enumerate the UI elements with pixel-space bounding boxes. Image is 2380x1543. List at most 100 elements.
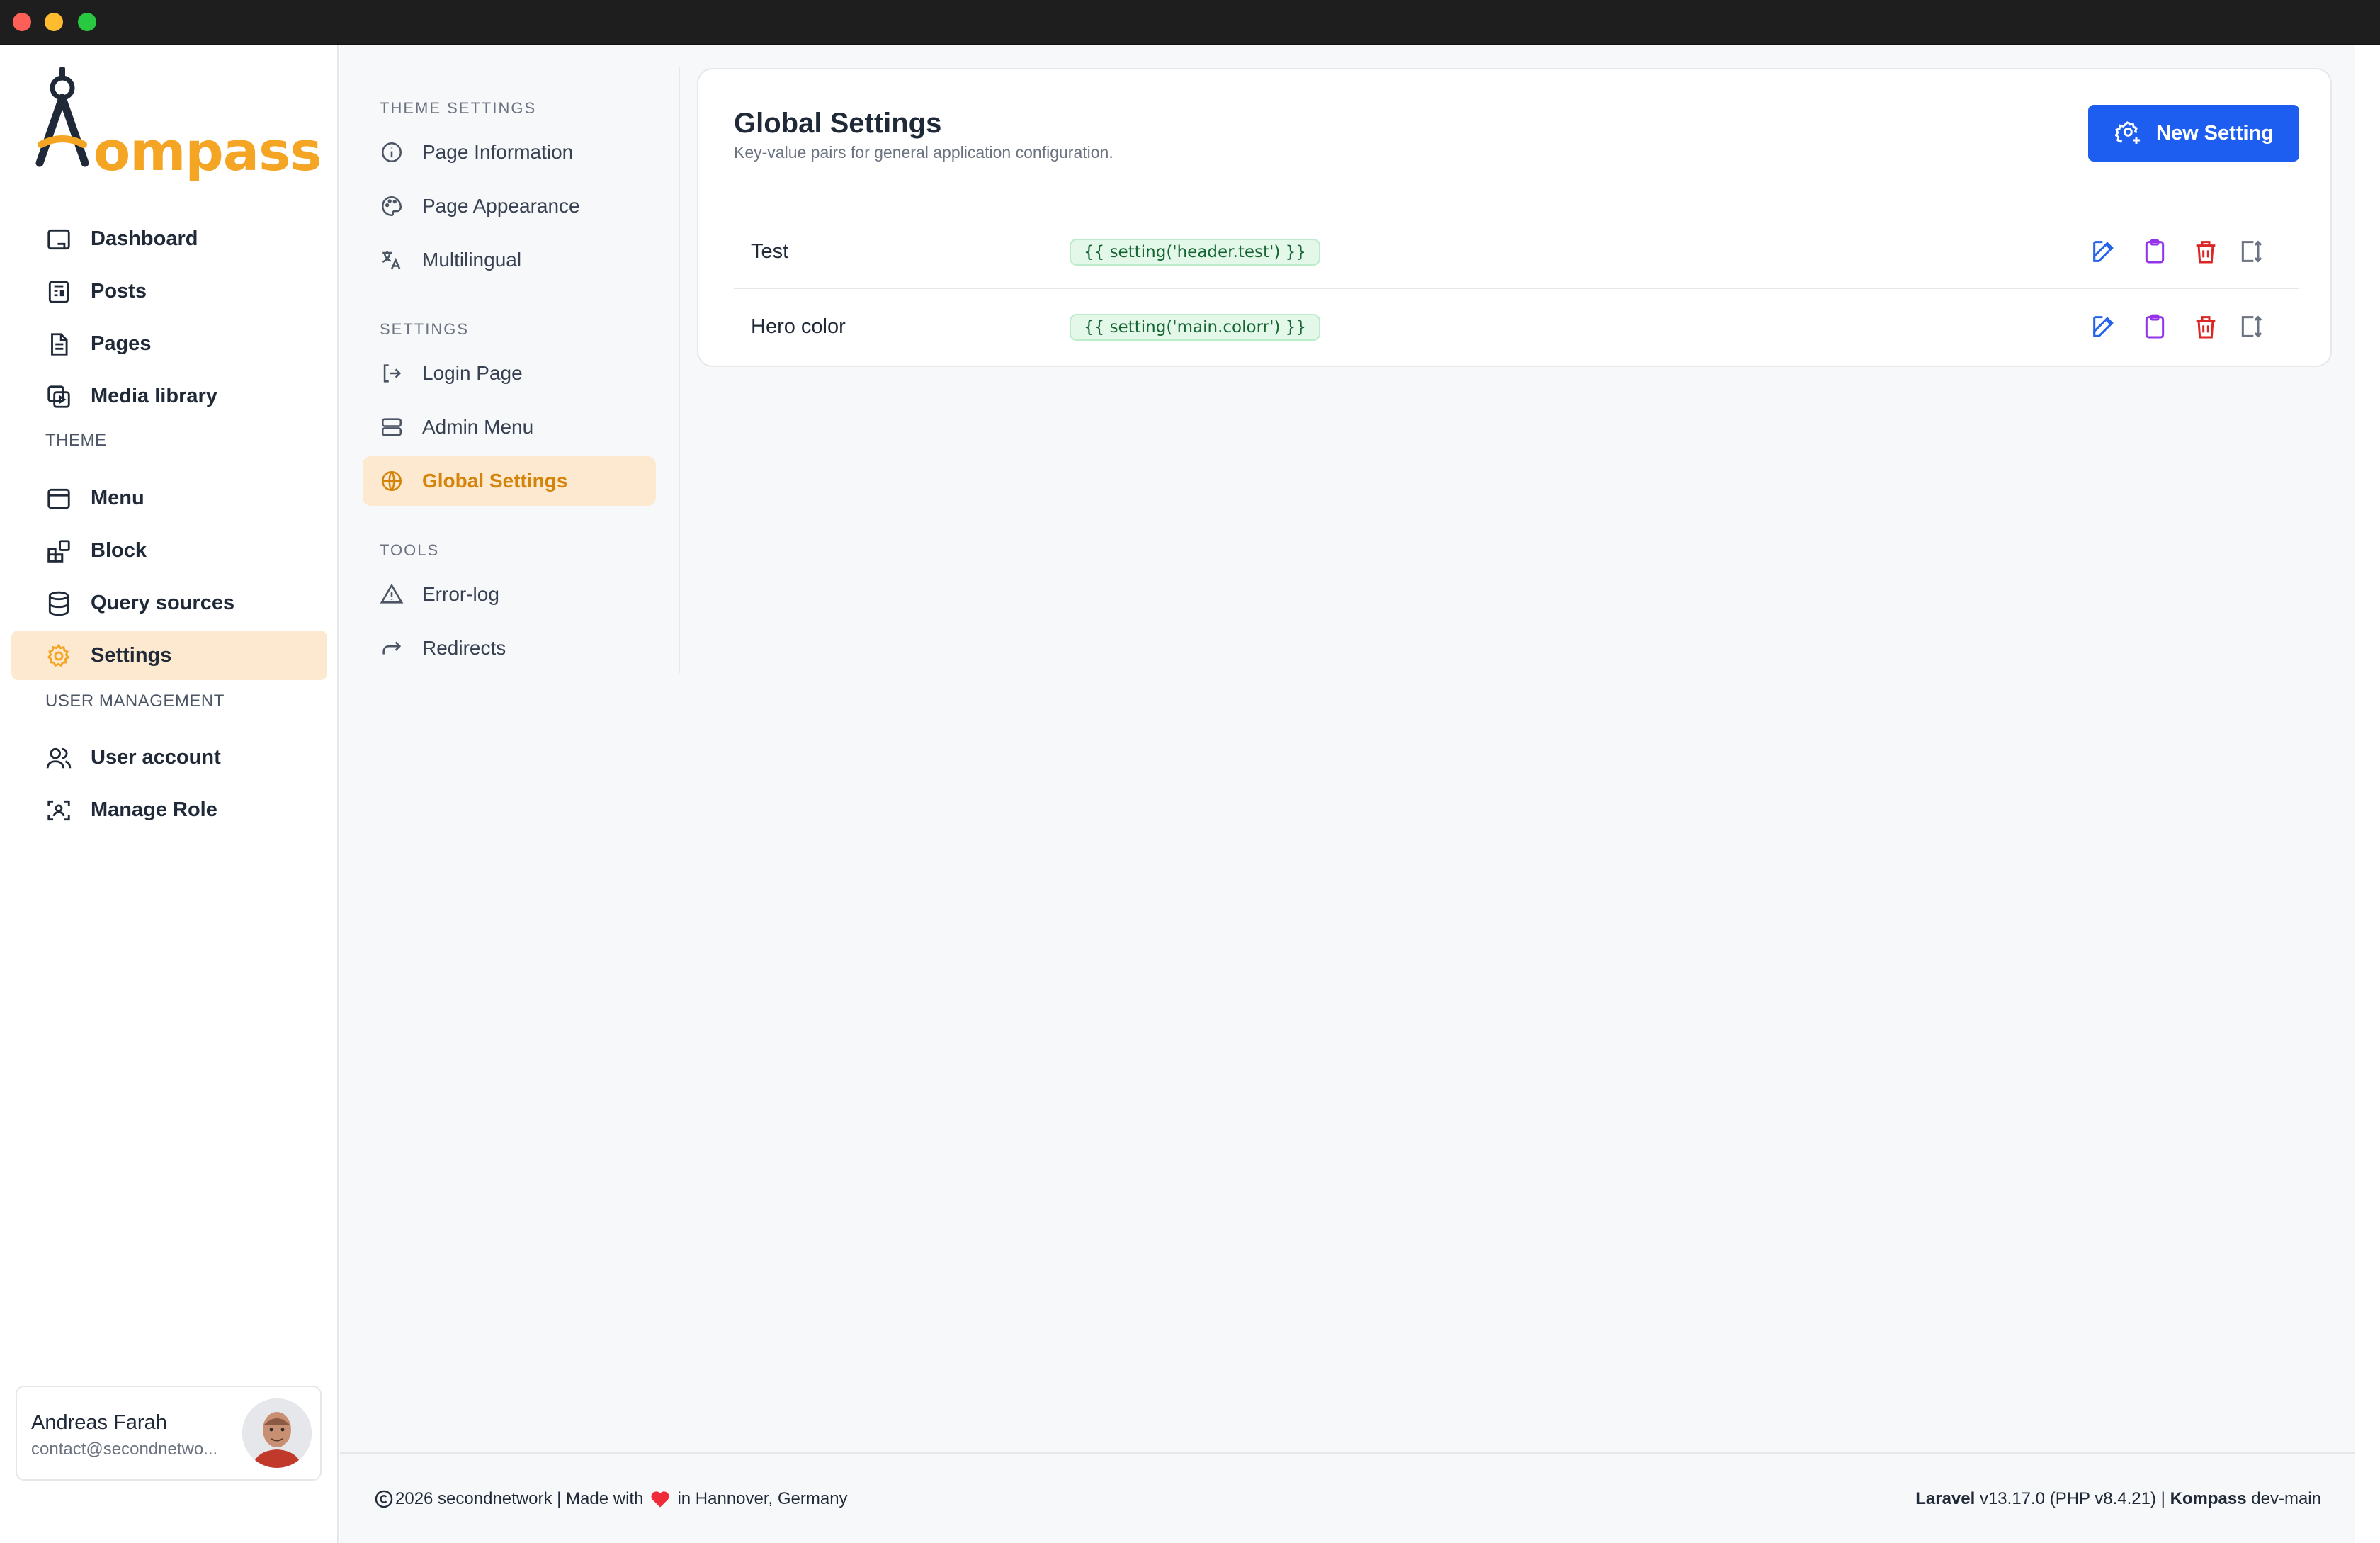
- globe-icon: [381, 470, 402, 492]
- page-subtitle: Key-value pairs for general application …: [734, 143, 1114, 162]
- posts-icon: [48, 281, 69, 303]
- laravel-label: Laravel: [1915, 1489, 1976, 1508]
- subnav-item-page-information[interactable]: Page Information: [363, 128, 656, 177]
- admin-menu-icon: [381, 418, 402, 436]
- warning-icon: [380, 583, 404, 604]
- edit-icon[interactable]: [2090, 312, 2118, 341]
- footer-credits-end: in Hannover, Germany: [677, 1489, 848, 1508]
- settings-title: SETTINGS: [380, 320, 470, 338]
- logo-wordmark: ompass: [94, 120, 322, 183]
- edit-icon[interactable]: [2090, 237, 2118, 266]
- block-icon: [47, 540, 70, 563]
- right-gutter: [2355, 45, 2380, 1543]
- setting-code-badge[interactable]: {{ setting('main.colorr') }}: [1070, 314, 1320, 341]
- trash-icon[interactable]: [2192, 237, 2220, 266]
- global-settings-card: Global Settings Key-value pairs for gene…: [697, 68, 2332, 367]
- page-title: Global Settings: [734, 108, 942, 139]
- heart-icon: [651, 1491, 669, 1508]
- subnav-item-admin-menu[interactable]: Admin Menu: [363, 402, 656, 452]
- kompass-label: Kompass: [2170, 1489, 2247, 1508]
- pages-icon: [51, 333, 68, 356]
- menu-icon: [47, 488, 70, 509]
- footer-version: Laravel v13.17.0 (PHP v8.4.21) | Kompass…: [1915, 1489, 2321, 1509]
- move-icon[interactable]: [2237, 312, 2265, 341]
- window-titlebar: [0, 0, 2380, 45]
- subnav-item-label: Admin Menu: [422, 416, 534, 438]
- sidebar-item-media-library[interactable]: Media library: [11, 371, 327, 421]
- sidebar-item-settings[interactable]: Settings: [11, 631, 327, 680]
- new-setting-button[interactable]: New Setting: [2088, 105, 2299, 162]
- trash-icon[interactable]: [2192, 312, 2220, 341]
- window-close-button[interactable]: [13, 13, 31, 31]
- redirect-icon: [382, 641, 402, 655]
- avatar-photo-icon: [242, 1398, 312, 1468]
- subnav-item-label: Redirects: [422, 637, 506, 659]
- clipboard-icon[interactable]: [2141, 312, 2169, 341]
- sidebar-item-label: Pages: [91, 332, 152, 355]
- user-name: Andreas Farah: [31, 1411, 167, 1434]
- subnav-item-redirects[interactable]: Redirects: [363, 623, 656, 673]
- setting-key: Test: [751, 240, 789, 263]
- login-icon: [383, 364, 402, 383]
- subnav-item-label: Global Settings: [422, 470, 568, 492]
- info-icon: [381, 142, 402, 163]
- sidebar-item-label: Menu: [91, 487, 144, 509]
- subnav-item-global-settings[interactable]: Global Settings: [363, 456, 656, 506]
- sidebar-item-pages[interactable]: Pages: [11, 319, 327, 368]
- sidebar-item-posts[interactable]: Posts: [11, 266, 327, 316]
- sidebar-item-user-account[interactable]: User account: [11, 733, 327, 782]
- gear-plus-icon: [2115, 121, 2140, 144]
- avatar[interactable]: [242, 1398, 312, 1468]
- subnav-item-page-appearance[interactable]: Page Appearance: [363, 181, 656, 231]
- sidebar-item-label: Settings: [91, 644, 172, 667]
- subnav-item-login-page[interactable]: Login Page: [363, 349, 656, 398]
- window-minimize-button[interactable]: [45, 13, 63, 31]
- tools-title: TOOLS: [380, 541, 440, 559]
- sidebar-item-dashboard[interactable]: Dashboard: [11, 214, 327, 264]
- footer-credits: 2026 secondnetwork | Made with in Hannov…: [374, 1489, 848, 1509]
- setting-code-badge[interactable]: {{ setting('header.test') }}: [1070, 239, 1320, 266]
- theme-settings-title: THEME SETTINGS: [380, 99, 537, 117]
- kompass-version: dev-main: [2251, 1489, 2321, 1508]
- primary-sidebar: ompass Dashboard Posts Pages Media libra…: [0, 45, 339, 1543]
- theme-section-title: THEME: [45, 431, 107, 450]
- sidebar-item-label: User account: [91, 746, 221, 769]
- copyright-icon: [375, 1490, 393, 1508]
- sidebar-item-label: Posts: [91, 280, 147, 303]
- sidebar-item-query-sources[interactable]: Query sources: [11, 578, 327, 628]
- page-footer: 2026 secondnetwork | Made with in Hannov…: [340, 1452, 2355, 1543]
- subnav-item-error-log[interactable]: Error-log: [363, 570, 656, 619]
- role-icon: [47, 800, 70, 821]
- subnav-item-label: Page Appearance: [422, 195, 580, 217]
- laravel-version: v13.17.0 (PHP v8.4.21) |: [1979, 1489, 2165, 1508]
- sidebar-item-menu[interactable]: Menu: [11, 473, 327, 523]
- sidebar-item-manage-role[interactable]: Manage Role: [11, 785, 327, 835]
- move-icon[interactable]: [2237, 237, 2265, 266]
- subnav-item-label: Multilingual: [422, 249, 522, 271]
- subnav-item-multilingual[interactable]: Multilingual: [363, 235, 656, 285]
- users-icon: [46, 747, 72, 769]
- palette-icon: [381, 196, 402, 217]
- setting-key: Hero color: [751, 315, 846, 338]
- subnav-item-label: Page Information: [422, 141, 574, 163]
- sidebar-item-label: Dashboard: [91, 227, 198, 250]
- kompass-logo[interactable]: ompass: [34, 65, 322, 207]
- translate-icon: [382, 251, 401, 270]
- user-management-section-title: USER MANAGEMENT: [45, 691, 225, 711]
- table-row: Hero color {{ setting('main.colorr') }}: [734, 289, 2299, 364]
- user-email: contact@secondnetwo...: [31, 1440, 218, 1459]
- subnav-item-label: Login Page: [422, 362, 523, 384]
- footer-credits-start: 2026 secondnetwork | Made with: [395, 1489, 644, 1508]
- sidebar-item-label: Manage Role: [91, 798, 217, 821]
- gear-icon: [47, 643, 70, 667]
- window-maximize-button[interactable]: [78, 13, 96, 31]
- clipboard-icon[interactable]: [2141, 237, 2169, 266]
- sidebar-item-block[interactable]: Block: [11, 526, 327, 575]
- sidebar-item-label: Block: [91, 539, 147, 562]
- dashboard-icon: [47, 229, 70, 250]
- user-card[interactable]: Andreas Farah contact@secondnetwo...: [16, 1386, 322, 1481]
- media-library-icon: [47, 385, 70, 408]
- sidebar-item-label: Query sources: [91, 592, 235, 614]
- subnav-divider: [679, 67, 680, 673]
- table-row: Test {{ setting('header.test') }}: [734, 214, 2299, 289]
